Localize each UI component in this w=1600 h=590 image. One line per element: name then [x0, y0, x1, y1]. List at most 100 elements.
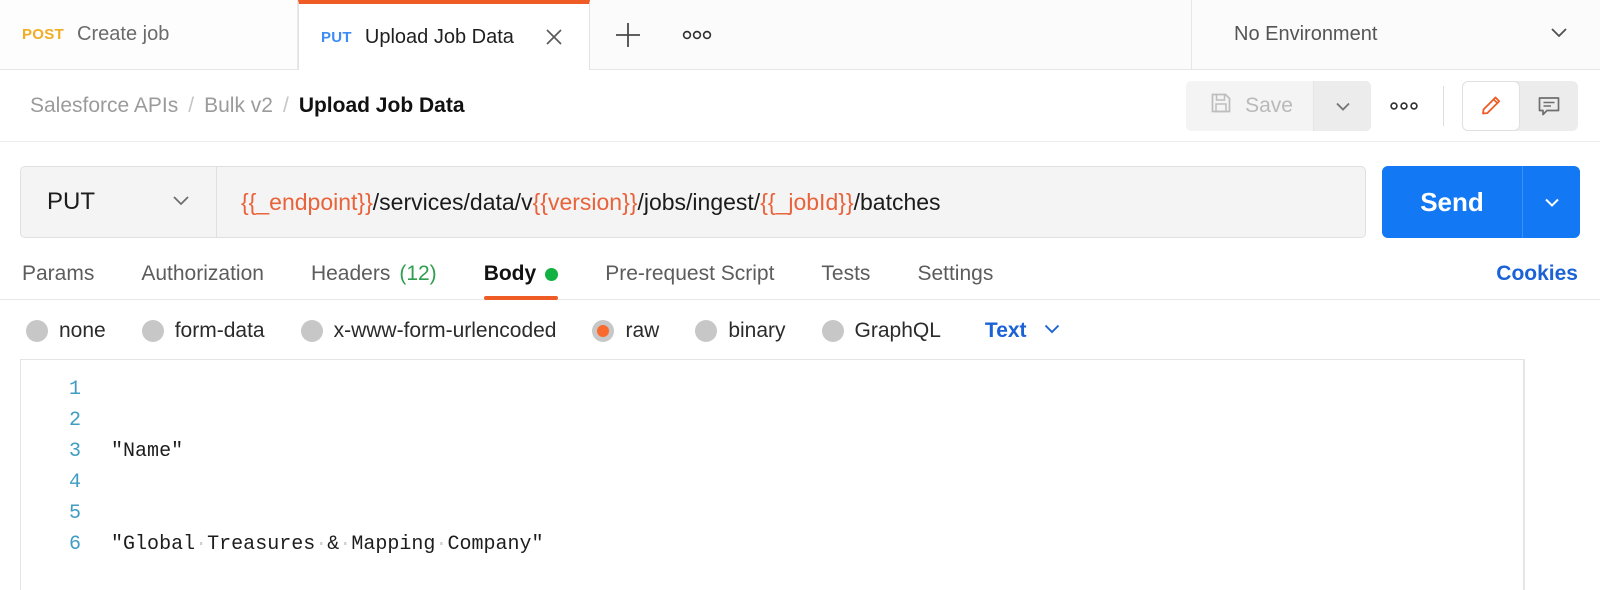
request-section-tabs: Params Authorization Headers (12) Body P…	[0, 238, 1600, 300]
radio-icon	[821, 319, 844, 342]
body-type-label: x-www-form-urlencoded	[333, 318, 557, 342]
url-path-1: /services/data/v	[372, 188, 533, 215]
body-format-selector[interactable]: Text	[985, 316, 1064, 345]
tab-settings[interactable]: Settings	[917, 262, 993, 299]
breadcrumb-item-collection[interactable]: Salesforce APIs	[30, 94, 178, 118]
line-number-gutter: 1 2 3 4 5 6	[21, 360, 93, 590]
more-horizontal-icon	[1390, 101, 1418, 110]
tab-authorization[interactable]: Authorization	[141, 262, 264, 299]
save-options-button[interactable]	[1313, 80, 1371, 131]
chevron-down-icon	[1546, 19, 1572, 50]
code-line: "Name"	[111, 440, 184, 463]
url-variable-jobid: {{_jobId}}	[760, 188, 854, 215]
body-type-label: none	[59, 318, 106, 342]
body-type-selector: none form-data x-www-form-urlencoded raw…	[0, 300, 1600, 359]
body-editor-area: 1 2 3 4 5 6 "Name" "Global·Treasures·&·M…	[0, 359, 1600, 590]
url-variable-endpoint: {{_endpoint}}	[241, 188, 373, 215]
request-more-options-button[interactable]	[1371, 81, 1437, 131]
editor-side-rail	[1524, 359, 1580, 590]
pencil-icon	[1482, 96, 1501, 114]
body-format-label: Text	[984, 318, 1027, 342]
body-type-x-www-form-urlencoded[interactable]: x-www-form-urlencoded	[300, 318, 557, 343]
more-horizontal-icon	[682, 30, 712, 39]
environment-label: No Environment	[1234, 23, 1378, 45]
http-method-selector[interactable]: PUT	[20, 166, 216, 238]
environment-selector[interactable]: No Environment	[1192, 0, 1600, 69]
body-type-form-data[interactable]: form-data	[141, 318, 265, 343]
tab-label: Tests	[821, 262, 871, 285]
tab-title-label: Create job	[77, 23, 170, 45]
tab-method-label: PUT	[321, 28, 352, 46]
request-tab-upload-job-data[interactable]: PUT Upload Job Data	[298, 0, 590, 70]
headers-count-badge: (12)	[399, 262, 437, 285]
tab-body[interactable]: Body	[483, 262, 559, 300]
code-content[interactable]: "Name" "Global·Treasures·&·Mapping·Compa…	[93, 360, 1523, 590]
close-icon[interactable]	[541, 24, 567, 50]
tab-label: Settings	[917, 262, 994, 285]
chevron-down-icon	[168, 187, 194, 218]
tab-bar: POST Create job PUT Upload Job Data No E…	[0, 0, 1600, 70]
body-present-indicator-icon	[545, 267, 559, 281]
url-input[interactable]: {{_endpoint}}/services/data/v {{version}}…	[216, 166, 1366, 238]
tab-bar-spacer	[728, 0, 1192, 69]
body-type-binary[interactable]: binary	[695, 318, 786, 343]
chevron-down-icon	[1544, 198, 1559, 207]
tab-label: Pre-request Script	[605, 262, 775, 285]
tab-params[interactable]: Params	[22, 262, 94, 299]
url-variable-version: {{version}}	[532, 188, 638, 215]
tab-label: Body	[483, 262, 537, 285]
cookies-link[interactable]: Cookies	[1496, 262, 1578, 299]
breadcrumb-separator: /	[282, 93, 289, 117]
chevron-down-icon	[1335, 102, 1350, 111]
divider	[1443, 85, 1444, 126]
line-number: 4	[68, 471, 81, 494]
view-mode-toggle-group	[1462, 80, 1578, 131]
breadcrumb-item-request: Upload Job Data	[298, 93, 465, 117]
line-number: 3	[68, 440, 81, 463]
send-button[interactable]: Send	[1382, 166, 1522, 238]
new-tab-button[interactable]	[590, 0, 666, 69]
body-type-raw[interactable]: raw	[592, 319, 659, 343]
body-type-label: binary	[728, 318, 786, 342]
line-number: 2	[68, 409, 81, 432]
tab-tests[interactable]: Tests	[821, 262, 870, 299]
plus-icon	[616, 22, 640, 47]
url-bar: PUT {{_endpoint}}/services/data/v {{versi…	[0, 142, 1600, 238]
request-header-actions: Save	[1186, 80, 1578, 131]
body-type-graphql[interactable]: GraphQL	[821, 319, 941, 343]
code-line: "Global·Treasures·&·Mapping·Company"	[111, 533, 544, 556]
radio-icon	[695, 319, 718, 342]
tab-label: Params	[22, 262, 95, 285]
radio-icon	[26, 319, 48, 342]
breadcrumb: Salesforce APIs / Bulk v2 / Upload Job D…	[30, 94, 465, 118]
url-path-3: /batches	[853, 188, 941, 215]
comments-button[interactable]	[1520, 81, 1578, 131]
radio-icon	[300, 319, 323, 342]
tab-label: Headers	[310, 262, 391, 285]
chevron-down-icon	[1040, 316, 1064, 345]
line-number: 5	[68, 502, 81, 525]
body-type-none[interactable]: none	[26, 319, 106, 343]
breadcrumb-item-folder[interactable]: Bulk v2	[204, 94, 273, 118]
tab-method-label: POST	[22, 26, 65, 43]
body-type-label: form-data	[174, 318, 265, 342]
tab-headers[interactable]: Headers (12)	[311, 262, 437, 299]
send-button-group: Send	[1382, 166, 1580, 238]
tab-options-button[interactable]	[666, 0, 728, 69]
tab-title-label: Upload Job Data	[364, 25, 514, 48]
postman-request-window: POST Create job PUT Upload Job Data No E…	[0, 0, 1600, 590]
raw-body-editor[interactable]: 1 2 3 4 5 6 "Name" "Global·Treasures·&·M…	[20, 359, 1524, 590]
breadcrumb-separator: /	[188, 93, 195, 117]
save-button-group: Save	[1186, 80, 1371, 131]
edit-mode-button[interactable]	[1462, 80, 1520, 131]
comment-icon	[1538, 96, 1560, 115]
radio-selected-icon	[592, 319, 615, 342]
save-button[interactable]: Save	[1186, 80, 1313, 131]
line-number: 6	[68, 533, 81, 556]
http-method-label: PUT	[47, 188, 95, 215]
radio-icon	[141, 319, 164, 342]
send-options-button[interactable]	[1522, 166, 1580, 238]
save-button-label: Save	[1245, 93, 1293, 117]
request-tab-create-job[interactable]: POST Create job	[0, 0, 298, 69]
tab-pre-request-script[interactable]: Pre-request Script	[605, 262, 774, 299]
